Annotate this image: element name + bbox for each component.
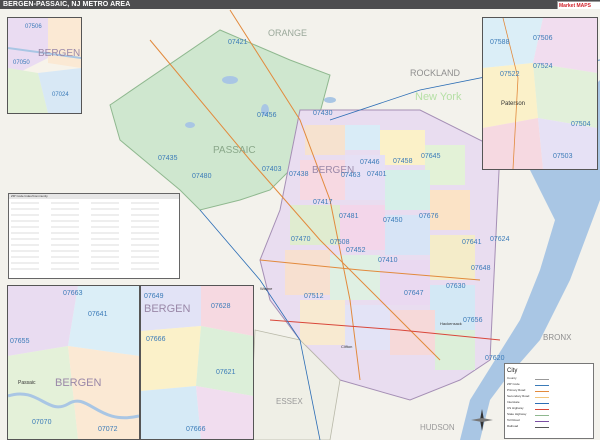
zip-label: 07072 — [98, 426, 118, 433]
zip-label: 07070 — [32, 419, 52, 426]
legend-swatch — [535, 385, 549, 386]
zip-label: 07649 — [144, 293, 164, 300]
zip-label: 07641 — [462, 239, 482, 246]
zip-label: 07456 — [257, 112, 277, 119]
zip-label: 07450 — [383, 217, 403, 224]
city-index-table: ZIP Code Index/Community — [8, 193, 180, 279]
zip-label: 07645 — [421, 153, 441, 160]
inset-top-right[interactable]: 07588 07506 07522 07524 07504 07503 Pate… — [482, 17, 598, 170]
zip-label: 07655 — [10, 338, 30, 345]
zip-label: 07458 — [393, 158, 413, 165]
legend-swatch — [535, 415, 549, 416]
map-frame: BERGEN-PASSAIC, NJ METRO AREA Market MAP… — [0, 0, 600, 440]
inset-top-left[interactable]: BERGEN 07506 07050 07024 — [7, 17, 82, 114]
zip-label: 07506 — [25, 24, 42, 30]
zip-label: 07630 — [446, 283, 466, 290]
legend-swatch — [535, 403, 549, 404]
legend-item: Primary Road — [507, 388, 526, 392]
zip-label: 07430 — [313, 110, 333, 117]
inset-county-label: BERGEN — [55, 377, 102, 389]
inset-bottom-middle[interactable]: BERGEN 07649 07628 07666 07621 07666 — [140, 285, 254, 440]
zip-label: 07417 — [313, 199, 333, 206]
city-index-rows — [11, 202, 159, 270]
legend-item: State Highway — [507, 412, 527, 416]
zip-label: 07512 — [304, 293, 324, 300]
legend-item: Toll Road — [507, 418, 520, 422]
label-hudson: HUDSON — [420, 423, 455, 432]
zip-label: 07620 — [485, 355, 505, 362]
zip-label: 07024 — [52, 92, 69, 98]
inset-bottom-left[interactable]: BERGEN Passaic 07663 07641 07655 07070 0… — [7, 285, 140, 440]
legend-item: Railroad — [507, 424, 519, 428]
legend-swatch — [535, 391, 549, 392]
place-wayne: Wayne — [260, 286, 273, 291]
label-essex: ESSEX — [276, 397, 303, 406]
zip-label: 07676 — [419, 213, 439, 220]
map-legend: City County ZIP Code Primary Road Second… — [504, 363, 594, 439]
inset-county-label: BERGEN — [38, 48, 80, 59]
label-passaic: PASSAIC — [213, 145, 256, 156]
zip-label: 07452 — [346, 247, 366, 254]
label-bronx: BRONX — [543, 333, 572, 342]
title-bar: BERGEN-PASSAIC, NJ METRO AREA — [0, 0, 600, 9]
zip-label: 07503 — [553, 153, 573, 160]
place-hackensack: Hackensack — [440, 321, 462, 326]
zip-label: 07508 — [330, 239, 350, 246]
zip-label: 07648 — [471, 265, 491, 272]
zip-label: 07621 — [216, 369, 236, 376]
zip-label: 07663 — [63, 290, 83, 297]
legend-item: ZIP Code — [507, 382, 520, 386]
zip-label: 07588 — [490, 39, 510, 46]
legend-swatch — [535, 427, 549, 428]
inset-place-label: Paterson — [501, 101, 525, 107]
zip-label: 07506 — [533, 35, 553, 42]
zip-label: 07481 — [339, 213, 359, 220]
zip-label: 07524 — [533, 63, 553, 70]
legend-city-label: City — [507, 368, 518, 374]
zip-label: 07435 — [158, 155, 178, 162]
zip-label: 07446 — [360, 159, 380, 166]
zip-label: 07504 — [571, 121, 591, 128]
zip-label: 07656 — [463, 317, 483, 324]
legend-swatch — [535, 397, 549, 398]
inset-county-label: BERGEN — [144, 303, 191, 315]
zip-label: 07641 — [88, 311, 108, 318]
legend-swatch — [535, 409, 549, 410]
zip-label: 07401 — [367, 171, 387, 178]
zip-label: 07470 — [291, 236, 311, 243]
legend-swatch — [535, 421, 549, 422]
legend-item: County — [507, 376, 517, 380]
zip-label: 07666 — [146, 336, 166, 343]
place-clifton: Clifton — [341, 344, 352, 349]
zip-label: 07666 — [186, 426, 206, 433]
zip-label: 07410 — [378, 257, 398, 264]
zip-label: 07628 — [211, 303, 231, 310]
legend-item: Interstate — [507, 400, 520, 404]
zip-label: 07438 — [289, 171, 309, 178]
label-orange: ORANGE — [268, 28, 307, 38]
legend-swatch — [535, 379, 549, 380]
zip-label: 07480 — [192, 173, 212, 180]
zip-label: 07403 — [262, 166, 282, 173]
zip-label: 07624 — [490, 236, 510, 243]
zip-label: 07463 — [341, 172, 361, 179]
legend-item: Secondary Road — [507, 394, 530, 398]
zip-label: 07522 — [500, 71, 520, 78]
zip-label: 07050 — [13, 60, 30, 66]
compass-icon — [471, 409, 493, 431]
zip-label: 07421 — [228, 39, 248, 46]
legend-item: US Highway — [507, 406, 524, 410]
inset-place-label: Passaic — [18, 380, 36, 386]
zip-label: 07647 — [404, 290, 424, 297]
label-new-york: New York — [415, 91, 462, 103]
label-rockland: ROCKLAND — [410, 68, 461, 78]
map-title: BERGEN-PASSAIC, NJ METRO AREA — [3, 1, 131, 8]
